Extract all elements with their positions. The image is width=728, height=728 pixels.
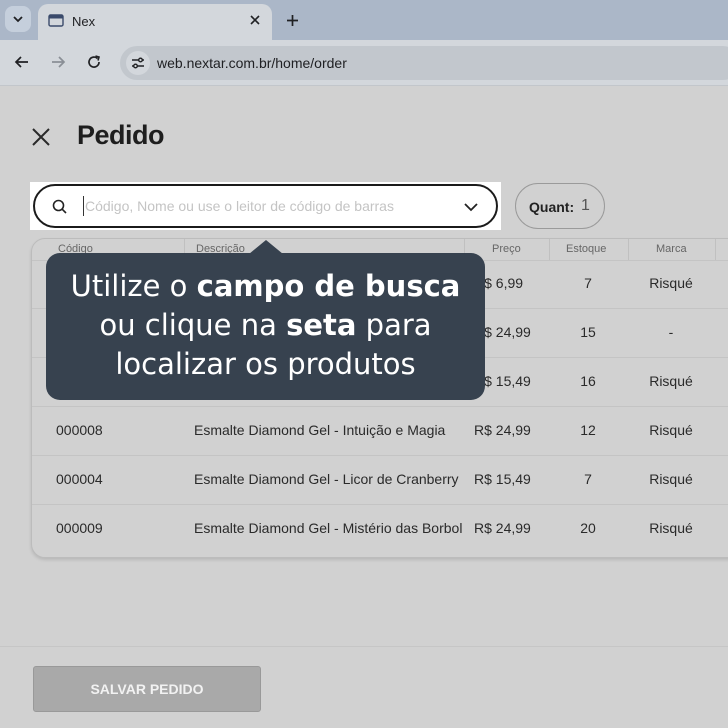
back-button[interactable]: [12, 52, 32, 72]
cell-code: 000008: [56, 422, 103, 438]
text-cursor: [83, 196, 84, 216]
cell-code: 000004: [56, 471, 103, 487]
table-row[interactable]: 000004 Esmalte Diamond Gel - Licor de Cr…: [32, 456, 728, 505]
cell-brand-value: Risqué: [649, 373, 693, 389]
cell-code: 000009: [56, 520, 103, 536]
new-tab-button[interactable]: [282, 10, 302, 30]
page-title: Pedido: [77, 120, 165, 150]
save-order-button[interactable]: SALVAR PEDIDO: [33, 666, 261, 712]
browser-tab-bar: Nex: [0, 0, 728, 40]
tooltip-text: ou clique na: [99, 308, 287, 342]
tab-search-button[interactable]: [5, 6, 31, 32]
cell-stock-value: 7: [584, 471, 592, 487]
tooltip-highlight: seta: [286, 308, 357, 342]
chevron-down-icon[interactable]: [462, 198, 480, 216]
cell-stock-value: 20: [580, 520, 596, 536]
browser-tab[interactable]: Nex: [38, 4, 272, 40]
cell-stock-value: 12: [580, 422, 596, 438]
table-row[interactable]: 000009 Esmalte Diamond Gel - Mistério da…: [32, 505, 728, 554]
quantity-label: Quant:: [529, 199, 575, 215]
plus-icon: [286, 14, 298, 26]
chevron-down-icon: [13, 16, 23, 23]
cell-brand-value: -: [668, 324, 674, 340]
tab-close-button[interactable]: [246, 11, 264, 29]
close-icon: [250, 15, 260, 25]
browser-toolbar: web.nextar.com.br/home/order: [0, 40, 728, 86]
product-search-field[interactable]: [33, 184, 498, 228]
tooltip-text: para: [356, 308, 432, 342]
cell-price: R$ 15,49: [474, 471, 531, 487]
column-divider: [549, 239, 550, 260]
cell-brand-value: Risqué: [649, 275, 693, 291]
tooltip-arrow: [249, 240, 283, 254]
cell-price: R$ 24,99: [474, 520, 531, 536]
tooltip-highlight: campo de busca: [196, 269, 461, 303]
column-header-price: Preço: [492, 243, 521, 255]
tab-title: Nex: [72, 14, 96, 29]
tooltip-line-1: Utilize o campo de busca: [46, 267, 485, 306]
search-icon: [52, 199, 67, 214]
cell-description: Esmalte Diamond Gel - Mistério das Borbo…: [194, 520, 462, 536]
table-row[interactable]: 000008 Esmalte Diamond Gel - Intuição e …: [32, 407, 728, 456]
cell-stock-value: 16: [580, 373, 596, 389]
site-settings-icon: [132, 57, 144, 69]
tooltip-line-3: localizar os produtos: [115, 347, 416, 381]
column-divider: [715, 239, 716, 260]
cell-stock-value: 15: [580, 324, 596, 340]
page-footer: SALVAR PEDIDO: [0, 646, 728, 728]
quantity-field[interactable]: Quant: 1: [515, 183, 605, 229]
cell-brand-value: Risqué: [649, 422, 693, 438]
cell-price: R$ 24,99: [474, 422, 531, 438]
tooltip-line-2: ou clique na seta para: [46, 306, 485, 345]
reload-button[interactable]: [84, 52, 104, 72]
cell-stock-value: 7: [584, 275, 592, 291]
tooltip-text: Utilize o: [70, 269, 197, 303]
url-text: web.nextar.com.br/home/order: [157, 55, 347, 71]
back-arrow-icon: [14, 56, 28, 68]
onboarding-tooltip: Utilize o campo de busca ou clique na se…: [46, 253, 485, 400]
site-info-button[interactable]: [126, 51, 150, 75]
forward-arrow-icon: [52, 56, 66, 68]
cell-brand-value: Risqué: [649, 520, 693, 536]
browser-tab-favicon: [48, 14, 64, 27]
column-header-stock: Estoque: [566, 243, 607, 255]
address-bar[interactable]: web.nextar.com.br/home/order: [120, 46, 728, 80]
close-icon[interactable]: [30, 126, 52, 148]
column-divider: [628, 239, 629, 260]
quantity-value[interactable]: 1: [581, 197, 590, 215]
cell-description: Esmalte Diamond Gel - Intuição e Magia: [194, 422, 446, 438]
cell-description: Esmalte Diamond Gel - Licor de Cranberry: [194, 471, 459, 487]
forward-button[interactable]: [48, 52, 68, 72]
search-input[interactable]: [85, 194, 445, 218]
column-header-brand: Marca: [656, 243, 687, 255]
cell-brand-value: Risqué: [649, 471, 693, 487]
reload-icon: [88, 55, 100, 68]
